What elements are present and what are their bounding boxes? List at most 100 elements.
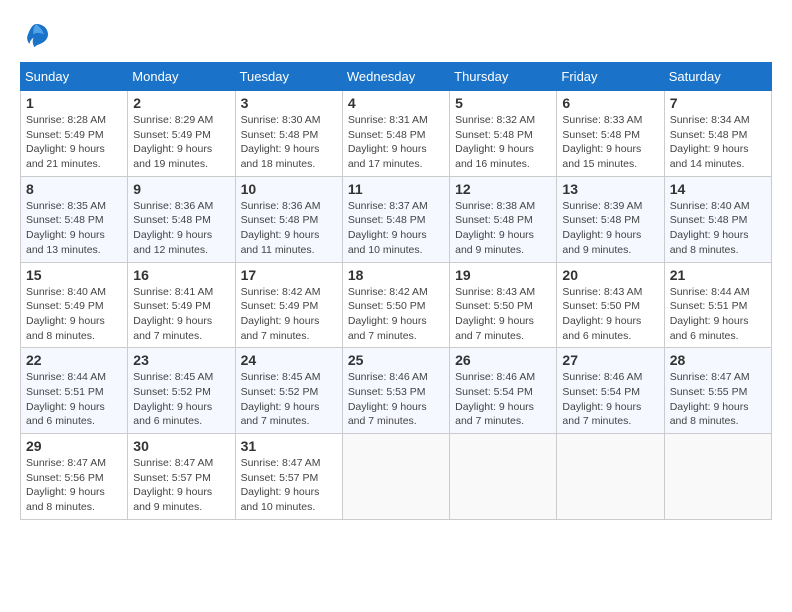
day-number: 27 bbox=[562, 352, 658, 368]
day-of-week-header: Friday bbox=[557, 63, 664, 91]
day-of-week-header: Monday bbox=[128, 63, 235, 91]
calendar-day-cell: 19 Sunrise: 8:43 AMSunset: 5:50 PMDayligh… bbox=[450, 262, 557, 348]
day-of-week-header: Tuesday bbox=[235, 63, 342, 91]
day-info: Sunrise: 8:44 AMSunset: 5:51 PMDaylight:… bbox=[26, 370, 122, 429]
day-info: Sunrise: 8:33 AMSunset: 5:48 PMDaylight:… bbox=[562, 113, 658, 172]
logo bbox=[20, 20, 56, 52]
calendar-day-cell: 23 Sunrise: 8:45 AMSunset: 5:52 PMDayligh… bbox=[128, 348, 235, 434]
day-info: Sunrise: 8:46 AMSunset: 5:54 PMDaylight:… bbox=[455, 370, 551, 429]
day-info: Sunrise: 8:47 AMSunset: 5:55 PMDaylight:… bbox=[670, 370, 766, 429]
calendar-day-cell: 1Sunrise: 8:28 AMSunset: 5:49 PMDaylight… bbox=[21, 91, 128, 177]
day-info: Sunrise: 8:29 AMSunset: 5:49 PMDaylight:… bbox=[133, 113, 229, 172]
calendar-table: SundayMondayTuesdayWednesdayThursdayFrid… bbox=[20, 62, 772, 520]
day-number: 26 bbox=[455, 352, 551, 368]
day-number: 11 bbox=[348, 181, 444, 197]
calendar-day-cell: 15Sunrise: 8:40 AMSunset: 5:49 PMDayligh… bbox=[21, 262, 128, 348]
day-info: Sunrise: 8:41 AMSunset: 5:49 PMDaylight:… bbox=[133, 285, 229, 344]
calendar-day-cell: 24 Sunrise: 8:45 AMSunset: 5:52 PMDayligh… bbox=[235, 348, 342, 434]
calendar-week-row: 15Sunrise: 8:40 AMSunset: 5:49 PMDayligh… bbox=[21, 262, 772, 348]
day-number: 18 bbox=[348, 267, 444, 283]
day-number: 30 bbox=[133, 438, 229, 454]
day-info: Sunrise: 8:42 AMSunset: 5:50 PMDaylight:… bbox=[348, 285, 444, 344]
calendar-day-cell: 28Sunrise: 8:47 AMSunset: 5:55 PMDayligh… bbox=[664, 348, 771, 434]
day-info: Sunrise: 8:30 AMSunset: 5:48 PMDaylight:… bbox=[241, 113, 337, 172]
calendar-day-cell bbox=[557, 434, 664, 520]
calendar-day-cell: 14 Sunrise: 8:40 AMSunset: 5:48 PMDayligh… bbox=[664, 176, 771, 262]
day-number: 4 bbox=[348, 95, 444, 111]
calendar-day-cell: 8 Sunrise: 8:35 AMSunset: 5:48 PMDaylight… bbox=[21, 176, 128, 262]
calendar-week-row: 8 Sunrise: 8:35 AMSunset: 5:48 PMDaylight… bbox=[21, 176, 772, 262]
day-number: 2 bbox=[133, 95, 229, 111]
day-info: Sunrise: 8:46 AMSunset: 5:53 PMDaylight:… bbox=[348, 370, 444, 429]
day-info: Sunrise: 8:31 AMSunset: 5:48 PMDaylight:… bbox=[348, 113, 444, 172]
calendar-day-cell: 12 Sunrise: 8:38 AMSunset: 5:48 PMDayligh… bbox=[450, 176, 557, 262]
day-number: 25 bbox=[348, 352, 444, 368]
day-info: Sunrise: 8:40 AMSunset: 5:48 PMDaylight:… bbox=[670, 199, 766, 258]
logo-icon bbox=[20, 20, 52, 52]
calendar-day-cell: 25 Sunrise: 8:46 AMSunset: 5:53 PMDayligh… bbox=[342, 348, 449, 434]
day-info: Sunrise: 8:35 AMSunset: 5:48 PMDaylight:… bbox=[26, 199, 122, 258]
calendar-day-cell bbox=[664, 434, 771, 520]
calendar-day-cell: 11 Sunrise: 8:37 AMSunset: 5:48 PMDayligh… bbox=[342, 176, 449, 262]
day-info: Sunrise: 8:47 AMSunset: 5:56 PMDaylight:… bbox=[26, 456, 122, 515]
calendar-day-cell: 5 Sunrise: 8:32 AMSunset: 5:48 PMDaylight… bbox=[450, 91, 557, 177]
calendar-day-cell: 20 Sunrise: 8:43 AMSunset: 5:50 PMDayligh… bbox=[557, 262, 664, 348]
day-number: 19 bbox=[455, 267, 551, 283]
day-number: 5 bbox=[455, 95, 551, 111]
day-info: Sunrise: 8:38 AMSunset: 5:48 PMDaylight:… bbox=[455, 199, 551, 258]
day-number: 22 bbox=[26, 352, 122, 368]
calendar-week-row: 22 Sunrise: 8:44 AMSunset: 5:51 PMDayligh… bbox=[21, 348, 772, 434]
day-of-week-header: Thursday bbox=[450, 63, 557, 91]
day-number: 14 bbox=[670, 181, 766, 197]
calendar-day-cell: 22 Sunrise: 8:44 AMSunset: 5:51 PMDayligh… bbox=[21, 348, 128, 434]
day-info: Sunrise: 8:42 AMSunset: 5:49 PMDaylight:… bbox=[241, 285, 337, 344]
calendar-day-cell bbox=[450, 434, 557, 520]
day-number: 6 bbox=[562, 95, 658, 111]
day-info: Sunrise: 8:37 AMSunset: 5:48 PMDaylight:… bbox=[348, 199, 444, 258]
calendar-day-cell: 31Sunrise: 8:47 AMSunset: 5:57 PMDayligh… bbox=[235, 434, 342, 520]
calendar-day-cell: 16 Sunrise: 8:41 AMSunset: 5:49 PMDayligh… bbox=[128, 262, 235, 348]
page-header bbox=[20, 20, 772, 52]
day-number: 24 bbox=[241, 352, 337, 368]
day-number: 23 bbox=[133, 352, 229, 368]
day-of-week-header: Sunday bbox=[21, 63, 128, 91]
calendar-day-cell: 4 Sunrise: 8:31 AMSunset: 5:48 PMDaylight… bbox=[342, 91, 449, 177]
day-number: 17 bbox=[241, 267, 337, 283]
day-number: 10 bbox=[241, 181, 337, 197]
day-info: Sunrise: 8:44 AMSunset: 5:51 PMDaylight:… bbox=[670, 285, 766, 344]
calendar-week-row: 29 Sunrise: 8:47 AMSunset: 5:56 PMDayligh… bbox=[21, 434, 772, 520]
calendar-day-cell: 13 Sunrise: 8:39 AMSunset: 5:48 PMDayligh… bbox=[557, 176, 664, 262]
day-number: 31 bbox=[241, 438, 337, 454]
day-info: Sunrise: 8:46 AMSunset: 5:54 PMDaylight:… bbox=[562, 370, 658, 429]
day-info: Sunrise: 8:32 AMSunset: 5:48 PMDaylight:… bbox=[455, 113, 551, 172]
day-number: 12 bbox=[455, 181, 551, 197]
day-number: 16 bbox=[133, 267, 229, 283]
day-number: 29 bbox=[26, 438, 122, 454]
calendar-day-cell: 7Sunrise: 8:34 AMSunset: 5:48 PMDaylight… bbox=[664, 91, 771, 177]
calendar-day-cell: 3 Sunrise: 8:30 AMSunset: 5:48 PMDaylight… bbox=[235, 91, 342, 177]
calendar-day-cell: 29 Sunrise: 8:47 AMSunset: 5:56 PMDayligh… bbox=[21, 434, 128, 520]
day-number: 8 bbox=[26, 181, 122, 197]
calendar-day-cell: 26 Sunrise: 8:46 AMSunset: 5:54 PMDayligh… bbox=[450, 348, 557, 434]
day-info: Sunrise: 8:36 AMSunset: 5:48 PMDaylight:… bbox=[133, 199, 229, 258]
day-info: Sunrise: 8:45 AMSunset: 5:52 PMDaylight:… bbox=[241, 370, 337, 429]
day-number: 20 bbox=[562, 267, 658, 283]
day-info: Sunrise: 8:40 AMSunset: 5:49 PMDaylight:… bbox=[26, 285, 122, 344]
calendar-week-row: 1Sunrise: 8:28 AMSunset: 5:49 PMDaylight… bbox=[21, 91, 772, 177]
calendar-day-cell: 21Sunrise: 8:44 AMSunset: 5:51 PMDayligh… bbox=[664, 262, 771, 348]
day-info: Sunrise: 8:43 AMSunset: 5:50 PMDaylight:… bbox=[455, 285, 551, 344]
calendar-day-cell: 6 Sunrise: 8:33 AMSunset: 5:48 PMDaylight… bbox=[557, 91, 664, 177]
calendar-day-cell: 18 Sunrise: 8:42 AMSunset: 5:50 PMDayligh… bbox=[342, 262, 449, 348]
day-number: 13 bbox=[562, 181, 658, 197]
day-info: Sunrise: 8:28 AMSunset: 5:49 PMDaylight:… bbox=[26, 113, 122, 172]
day-number: 3 bbox=[241, 95, 337, 111]
day-info: Sunrise: 8:39 AMSunset: 5:48 PMDaylight:… bbox=[562, 199, 658, 258]
day-number: 9 bbox=[133, 181, 229, 197]
calendar-day-cell: 2 Sunrise: 8:29 AMSunset: 5:49 PMDaylight… bbox=[128, 91, 235, 177]
calendar-day-cell: 27 Sunrise: 8:46 AMSunset: 5:54 PMDayligh… bbox=[557, 348, 664, 434]
calendar-header-row: SundayMondayTuesdayWednesdayThursdayFrid… bbox=[21, 63, 772, 91]
day-of-week-header: Wednesday bbox=[342, 63, 449, 91]
day-info: Sunrise: 8:45 AMSunset: 5:52 PMDaylight:… bbox=[133, 370, 229, 429]
calendar-day-cell: 10Sunrise: 8:36 AMSunset: 5:48 PMDayligh… bbox=[235, 176, 342, 262]
day-info: Sunrise: 8:43 AMSunset: 5:50 PMDaylight:… bbox=[562, 285, 658, 344]
